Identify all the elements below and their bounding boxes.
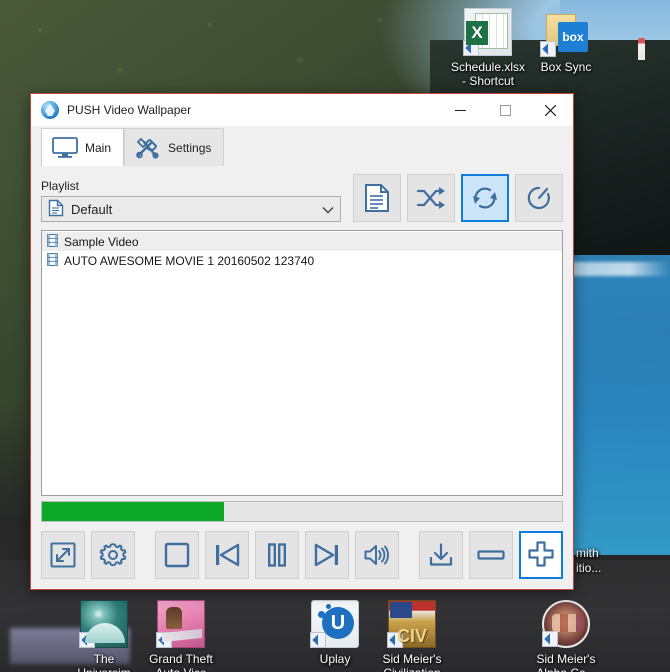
film-icon bbox=[47, 252, 58, 269]
tab-strip: Main Settings bbox=[31, 126, 573, 166]
settings-gear-button[interactable] bbox=[90, 531, 135, 579]
desktop: Schedule.xlsx - Shortcut box Box Sync Th… bbox=[0, 0, 670, 672]
tools-icon bbox=[135, 136, 161, 160]
shortcut-arrow-icon bbox=[387, 632, 403, 648]
playlist-editor-button[interactable] bbox=[353, 174, 401, 222]
desktop-icon-label: Grand Theft bbox=[149, 652, 213, 666]
playback-controls bbox=[41, 522, 564, 589]
desktop-icon-label: Box Sync bbox=[540, 60, 592, 74]
playback-progress-fill bbox=[42, 502, 224, 521]
civilization-icon bbox=[387, 600, 436, 648]
volume-up-button[interactable] bbox=[518, 531, 564, 579]
download-button[interactable] bbox=[418, 531, 463, 579]
main-panel: Playlist Default Sample Video AUTO AWESO… bbox=[31, 165, 573, 589]
alpha-centauri-icon bbox=[542, 600, 590, 648]
universim-icon bbox=[79, 600, 128, 648]
fullscreen-button[interactable] bbox=[41, 531, 85, 579]
control-spacer bbox=[405, 531, 413, 579]
desktop-icon-the-universim[interactable]: The Universim bbox=[62, 600, 146, 672]
shortcut-arrow-icon bbox=[79, 632, 95, 648]
maximize-button[interactable] bbox=[483, 95, 528, 126]
excel-file-icon bbox=[463, 8, 512, 56]
desktop-icon-label: The bbox=[93, 652, 115, 666]
gta-vice-city-icon bbox=[156, 600, 205, 648]
shortcut-arrow-icon bbox=[156, 632, 172, 648]
chevron-down-icon[interactable] bbox=[322, 202, 334, 217]
desktop-icon-uplay[interactable]: Uplay bbox=[293, 600, 377, 666]
desktop-icon-gta-vice-city[interactable]: Grand Theft Auto Vice bbox=[139, 600, 223, 672]
playlist-toolbar bbox=[353, 174, 563, 222]
wallpaper-lighthouse bbox=[638, 38, 645, 60]
control-spacer bbox=[141, 531, 149, 579]
list-item-label: Sample Video bbox=[64, 234, 139, 249]
playlist-selected-value: Default bbox=[71, 201, 113, 217]
previous-button[interactable] bbox=[204, 531, 249, 579]
tab-settings-label: Settings bbox=[168, 140, 212, 155]
desktop-icon-label-line2: - Shortcut bbox=[461, 74, 515, 88]
desktop-icon-label: Schedule.xlsx bbox=[450, 60, 526, 74]
repeat-button[interactable] bbox=[461, 174, 509, 222]
volume-button[interactable] bbox=[354, 531, 399, 579]
pause-button[interactable] bbox=[254, 531, 299, 579]
playlist-selector: Playlist Default bbox=[41, 179, 341, 222]
desktop-icon-civilization[interactable]: Sid Meier's Civilization bbox=[370, 600, 454, 672]
desktop-icon-schedule-xlsx[interactable]: Schedule.xlsx - Shortcut bbox=[446, 8, 530, 88]
tab-main[interactable]: Main bbox=[41, 128, 125, 166]
stop-button[interactable] bbox=[154, 531, 199, 579]
volume-down-button[interactable] bbox=[468, 531, 513, 579]
desktop-icon-label-line2: Civilization bbox=[370, 666, 454, 672]
shuffle-button[interactable] bbox=[407, 174, 455, 222]
film-icon bbox=[47, 233, 58, 250]
playlist-label: Playlist bbox=[41, 179, 80, 193]
desktop-icon-label-line2: Universim bbox=[62, 666, 146, 672]
shortcut-arrow-icon bbox=[542, 631, 558, 647]
desktop-icon-occluded-label: mith itio... bbox=[576, 546, 602, 575]
list-item[interactable]: Sample Video bbox=[42, 232, 562, 251]
desktop-icon-label: Sid Meier's bbox=[536, 652, 596, 666]
minimize-button[interactable] bbox=[438, 95, 483, 126]
playback-progress-bar[interactable] bbox=[41, 501, 563, 522]
close-button[interactable] bbox=[528, 95, 573, 126]
video-playlist-list[interactable]: Sample Video AUTO AWESOME MOVIE 1 201605… bbox=[41, 230, 563, 496]
shortcut-arrow-icon bbox=[310, 632, 326, 648]
box-sync-icon: box bbox=[540, 8, 590, 57]
document-icon bbox=[48, 199, 64, 220]
desktop-icon-label: Sid Meier's bbox=[382, 652, 442, 666]
monitor-icon bbox=[52, 137, 78, 158]
shortcut-arrow-icon bbox=[463, 40, 479, 56]
timer-button[interactable] bbox=[515, 174, 563, 222]
desktop-icon-label-line2: Alpha Ce... bbox=[524, 666, 608, 672]
playlist-dropdown[interactable]: Default bbox=[41, 196, 341, 222]
shortcut-arrow-icon bbox=[540, 41, 556, 57]
desktop-icon-label-line2: Auto Vice bbox=[139, 666, 223, 672]
list-item-label: AUTO AWESOME MOVIE 1 20160502 123740 bbox=[64, 253, 315, 268]
window-title: PUSH Video Wallpaper bbox=[67, 103, 192, 117]
list-item[interactable]: AUTO AWESOME MOVIE 1 20160502 123740 bbox=[42, 251, 562, 270]
tab-settings[interactable]: Settings bbox=[124, 128, 225, 166]
desktop-icon-alpha-centauri[interactable]: Sid Meier's Alpha Ce... bbox=[524, 600, 608, 672]
tab-main-label: Main bbox=[85, 140, 112, 155]
playlist-row: Playlist Default bbox=[41, 174, 563, 222]
globe-icon bbox=[41, 101, 59, 119]
desktop-icon-label: Uplay bbox=[319, 652, 351, 666]
uplay-icon bbox=[310, 600, 359, 648]
desktop-icon-box-sync[interactable]: box Box Sync bbox=[524, 8, 608, 74]
push-video-wallpaper-window: PUSH Video Wallpaper Main Settings Playl… bbox=[30, 93, 574, 590]
title-bar[interactable]: PUSH Video Wallpaper bbox=[31, 94, 573, 126]
next-button[interactable] bbox=[304, 531, 349, 579]
